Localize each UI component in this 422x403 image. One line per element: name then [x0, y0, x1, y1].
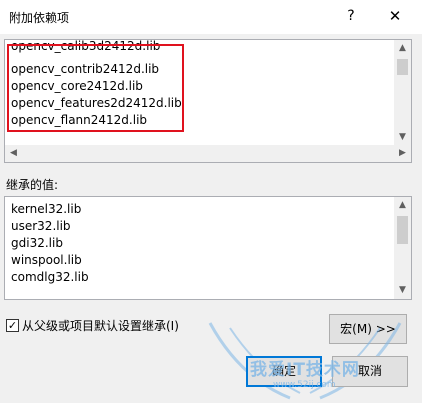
inherited-values-list: kernel32.lib user32.lib gdi32.lib winspo… — [4, 196, 412, 300]
list-item: comdlg32.lib — [11, 270, 89, 284]
scroll-left-icon[interactable]: ◀ — [5, 145, 22, 162]
inherit-checkbox[interactable]: ✓ — [6, 319, 19, 332]
list-item: gdi32.lib — [11, 236, 63, 250]
cancel-button[interactable]: 取消 — [332, 356, 408, 387]
dialog-title: 附加依赖项 — [9, 11, 70, 25]
list-item: winspool.lib — [11, 253, 82, 267]
inherited-values-label: 继承的值: — [6, 178, 59, 192]
horizontal-scrollbar[interactable]: ◀ ▶ — [5, 145, 411, 162]
help-button[interactable]: ? — [340, 4, 362, 28]
title-bar: 附加依赖项 ? ✕ — [0, 0, 422, 34]
list-item: kernel32.lib — [11, 202, 82, 216]
scrollbar-thumb[interactable] — [397, 59, 408, 75]
vertical-scrollbar[interactable]: ▲ ▼ — [394, 40, 411, 146]
vertical-scrollbar[interactable]: ▲ ▼ — [394, 197, 411, 299]
scrollbar-thumb[interactable] — [397, 216, 408, 244]
macro-button[interactable]: 宏(M) >> — [329, 314, 407, 344]
close-button[interactable]: ✕ — [380, 4, 410, 28]
scroll-up-icon[interactable]: ▲ — [394, 197, 411, 214]
inherit-checkbox-label[interactable]: 从父级或项目默认设置继承(I) — [22, 317, 179, 334]
scroll-right-icon[interactable]: ▶ — [394, 145, 411, 162]
list-item: user32.lib — [11, 219, 71, 233]
scroll-down-icon[interactable]: ▼ — [394, 282, 411, 299]
scroll-down-icon[interactable]: ▼ — [394, 129, 411, 146]
ok-button[interactable]: 确定 — [246, 356, 322, 387]
highlight-annotation — [7, 44, 184, 132]
scroll-up-icon[interactable]: ▲ — [394, 40, 411, 57]
